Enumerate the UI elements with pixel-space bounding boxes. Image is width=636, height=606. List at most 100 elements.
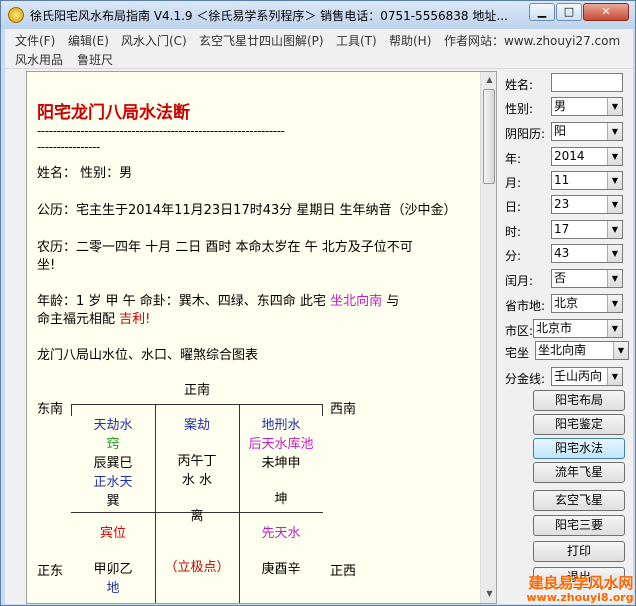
district-select[interactable]: 北京市 ▼ bbox=[533, 319, 623, 338]
lunar-line-cont: 坐! bbox=[37, 258, 56, 273]
gender-select[interactable]: 男 ▼ bbox=[551, 97, 623, 116]
cell-text: 天劫水 bbox=[93, 418, 133, 433]
chevron-down-icon: ▼ bbox=[607, 270, 622, 287]
split-line-select[interactable]: 壬山丙向 ▼ bbox=[551, 367, 623, 386]
chevron-down-icon: ▼ bbox=[607, 221, 622, 238]
direction-southeast: 东南 bbox=[37, 402, 64, 417]
year-label: 年: bbox=[505, 152, 522, 166]
fortune-line: 命主福元相配 吉利! bbox=[37, 308, 150, 327]
lunar-line: 农历：二零一四年 十月 二日 酉时 本命太岁在 午 北方及子位不可 bbox=[37, 240, 413, 255]
province-label: 省市地: bbox=[505, 299, 546, 313]
menu-help[interactable]: 帮助(H) bbox=[389, 32, 431, 49]
month-label: 月: bbox=[505, 176, 522, 190]
district-value: 北京市 bbox=[536, 321, 573, 335]
direction-south: 正南 bbox=[184, 383, 211, 398]
name-input[interactable] bbox=[551, 73, 623, 92]
house-three-essentials-button[interactable]: 阳宅三要 bbox=[533, 515, 625, 536]
minute-value: 43 bbox=[554, 246, 570, 260]
vertical-scrollbar[interactable]: ▲ ▼ bbox=[480, 72, 496, 603]
app-icon bbox=[8, 7, 24, 23]
chevron-down-icon: ▼ bbox=[607, 320, 622, 337]
leap-month-value: 否 bbox=[554, 271, 567, 285]
fortune-text: 命主福元相配 bbox=[37, 312, 120, 327]
cell-text: 宾位 bbox=[99, 526, 126, 541]
leap-month-select[interactable]: 否 ▼ bbox=[551, 269, 623, 288]
cell-text: 庚酉辛 bbox=[261, 562, 301, 577]
month-select[interactable]: 11 ▼ bbox=[551, 171, 623, 190]
report-title: 阳宅龙门八局水法断 bbox=[37, 103, 190, 123]
menu-author-site[interactable]: 作者网站：www.zhouyi27.com bbox=[444, 32, 620, 49]
leap-month-label: 闰月: bbox=[505, 274, 534, 288]
cell-southeast: 天劫水 窍 辰巽巳 正水天 巽 bbox=[71, 414, 155, 509]
client-area: 阳宅龙门八局水法断 ------------------------------… bbox=[5, 69, 633, 604]
menu-tools[interactable]: 工具(T) bbox=[336, 32, 377, 49]
cell-text: （立极点） bbox=[164, 560, 230, 575]
grid-line bbox=[71, 404, 323, 405]
hour-select[interactable]: 17 ▼ bbox=[551, 220, 623, 239]
annual-flying-star-button[interactable]: 流年飞星 bbox=[533, 462, 625, 483]
calendar-label: 阴阳历: bbox=[505, 127, 546, 141]
gregorian-line: 公历：宅主生于2014年11月23日17时43分 星期日 生年纳音（沙中金） bbox=[37, 203, 457, 218]
menu-edit[interactable]: 编辑(E) bbox=[68, 32, 109, 49]
direction-southwest: 西南 bbox=[330, 402, 357, 417]
scroll-thumb[interactable] bbox=[483, 89, 495, 184]
chevron-down-icon: ▼ bbox=[607, 123, 622, 140]
menu-fengshui-intro[interactable]: 风水入门(C) bbox=[121, 32, 187, 49]
age-line: 年龄：1 岁 甲 午 命卦：巽木、四绿、东四命 此宅 坐北向南 与 bbox=[37, 290, 399, 309]
cell-text: 辰巽巳 bbox=[93, 456, 133, 471]
chevron-down-icon: ▼ bbox=[607, 196, 622, 213]
app-window: 徐氏阳宅风水布局指南 V4.1.9 ＜徐氏易学系列程序＞ 销售电话：0751-5… bbox=[0, 0, 636, 606]
house-water-method-button[interactable]: 阳宅水法 bbox=[533, 438, 625, 459]
menu-fengshui-goods[interactable]: 风水用品 bbox=[15, 51, 63, 68]
cell-text: 正水天 bbox=[93, 475, 133, 490]
cell-text: 甲卯乙 bbox=[93, 562, 133, 577]
cell-text: 离 bbox=[190, 509, 204, 524]
cell-south: 案劫 丙午丁 水 水 离 bbox=[155, 414, 239, 524]
day-select[interactable]: 23 ▼ bbox=[551, 195, 623, 214]
chevron-down-icon: ▼ bbox=[607, 172, 622, 189]
menu-bar: 文件(F) 编辑(E) 风水入门(C) 玄空飞星廿四山图解(P) 工具(T) 帮… bbox=[5, 29, 633, 69]
minute-label: 分: bbox=[505, 249, 522, 263]
window-title: 徐氏阳宅风水布局指南 V4.1.9 ＜徐氏易学系列程序＞ 销售电话：0751-5… bbox=[30, 9, 508, 23]
report-panel[interactable]: 阳宅龙门八局水法断 ------------------------------… bbox=[26, 71, 497, 604]
divider: ---------------- bbox=[37, 140, 100, 154]
direction-east: 正东 bbox=[37, 564, 64, 579]
cell-text: 地 bbox=[106, 581, 120, 596]
chevron-down-icon: ▼ bbox=[613, 342, 628, 359]
divider: ----------------------------------------… bbox=[37, 124, 285, 138]
house-orientation: 坐北向南 bbox=[330, 294, 383, 309]
cell-east: 宾位 甲卯乙 地 bbox=[71, 522, 155, 596]
cell-text: 窍 bbox=[106, 437, 120, 452]
day-label: 日: bbox=[505, 200, 522, 214]
lonmen-chart-grid: 天劫水 窍 辰巽巳 正水天 巽 案劫 丙午丁 水 水 离 地刑水 后天水库池 未… bbox=[71, 404, 323, 603]
menu-file[interactable]: 文件(F) bbox=[15, 32, 55, 49]
gender-value: 男 bbox=[554, 99, 567, 113]
maximize-button[interactable]: □ bbox=[556, 3, 582, 21]
minute-select[interactable]: 43 ▼ bbox=[551, 244, 623, 263]
minimize-button[interactable]: ▁ bbox=[529, 3, 555, 21]
menu-luban-ruler[interactable]: 鲁班尺 bbox=[77, 51, 113, 68]
district-label: 市区: bbox=[505, 324, 534, 338]
chevron-down-icon: ▼ bbox=[607, 148, 622, 165]
scroll-down-icon[interactable]: ▼ bbox=[482, 586, 496, 602]
hour-value: 17 bbox=[554, 222, 570, 236]
year-select[interactable]: 2014 ▼ bbox=[551, 147, 623, 166]
title-bar[interactable]: 徐氏阳宅风水布局指南 V4.1.9 ＜徐氏易学系列程序＞ 销售电话：0751-5… bbox=[1, 1, 635, 29]
name-label: 姓名: bbox=[505, 78, 534, 92]
xuankong-flying-star-button[interactable]: 玄空飞星 bbox=[533, 490, 625, 511]
menu-xuankong[interactable]: 玄空飞星廿四山图解(P) bbox=[199, 32, 324, 49]
calendar-select[interactable]: 阳 ▼ bbox=[551, 122, 623, 141]
house-sit-select[interactable]: 坐北向南 ▼ bbox=[535, 341, 629, 360]
house-layout-button[interactable]: 阳宅布局 bbox=[533, 390, 625, 411]
scroll-up-icon[interactable]: ▲ bbox=[482, 72, 496, 88]
province-select[interactable]: 北京 ▼ bbox=[551, 294, 623, 313]
print-button[interactable]: 打印 bbox=[533, 541, 625, 562]
input-sidebar: 姓名: 性别: 男 ▼ 阴阳历: 阳 ▼ 年: 2014 ▼ 月: 11 ▼ 日: 23… bbox=[501, 69, 633, 604]
cell-text: 先天水 bbox=[261, 526, 301, 541]
fortune-result: 吉利! bbox=[119, 312, 151, 327]
cell-text: 未坤申 bbox=[261, 456, 301, 471]
close-button[interactable]: ✕ bbox=[583, 3, 629, 21]
cell-west: 先天水 庚酉辛 bbox=[239, 522, 323, 577]
house-appraisal-button[interactable]: 阳宅鉴定 bbox=[533, 414, 625, 435]
cell-text: 坤 bbox=[274, 492, 288, 507]
